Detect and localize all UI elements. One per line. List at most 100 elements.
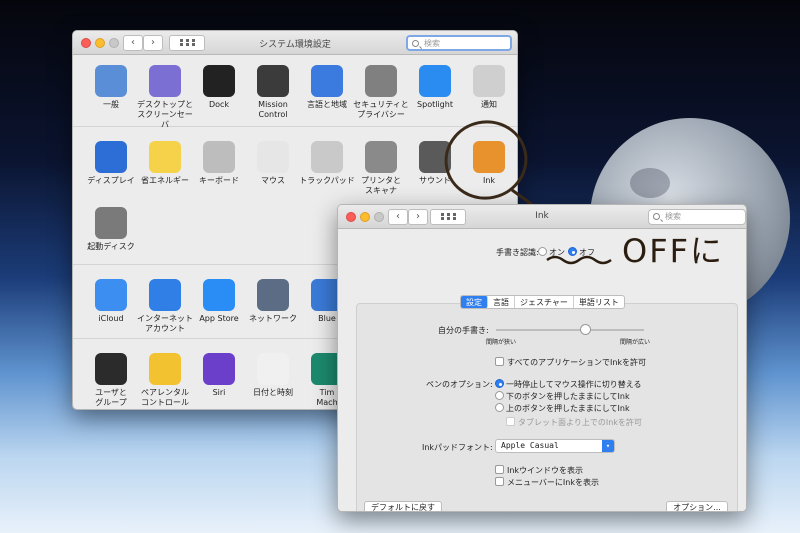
pen-options-label: ペンのオプション: [426, 380, 493, 389]
pref-item-flag[interactable]: 言語と地域 [297, 65, 357, 110]
pref-item-label: ペアレンタル コントロール [141, 388, 189, 407]
tab-gestures[interactable]: ジェスチャー [515, 296, 574, 308]
pref-item-mission-control[interactable]: Mission Control [243, 65, 303, 120]
pref-item-spotlight[interactable]: Spotlight [405, 65, 465, 110]
users-icon [95, 353, 127, 385]
chevron-down-icon: ▾ [602, 440, 614, 452]
cloud-icon [95, 279, 127, 311]
network-icon [257, 279, 289, 311]
spotlight-icon [419, 65, 451, 97]
pref-item-label: デスクトップと スクリーンセーバ [137, 100, 193, 129]
pref-item-cloud[interactable]: iCloud [81, 279, 141, 324]
pref-item-bulb[interactable]: 省エネルギー [135, 141, 195, 186]
siri-icon [203, 353, 235, 385]
search-placeholder: 検索 [665, 212, 681, 221]
mission-control-icon [257, 65, 289, 97]
pref-item-mouse[interactable]: マウス [243, 141, 303, 186]
handwriting-slider[interactable] [496, 324, 644, 335]
pref-item-siri[interactable]: Siri [189, 353, 249, 398]
show-ink-window-checkbox[interactable]: Inkウインドウを表示 [495, 465, 583, 476]
tab-bar: 設定 言語 ジェスチャー 単語リスト [460, 295, 625, 309]
pref-item-label: Siri [212, 388, 226, 397]
pref-item-keyboard[interactable]: キーボード [189, 141, 249, 186]
pref-item-label: 一般 [103, 100, 119, 109]
pref-item-label: App Store [199, 314, 239, 323]
display-icon [95, 141, 127, 173]
printer-icon [365, 141, 397, 173]
pref-item-label: Mission Control [258, 100, 288, 119]
annotation-underline [546, 255, 612, 265]
pref-item-label: 通知 [481, 100, 497, 109]
pref-item-label: ユーザと グループ [95, 388, 127, 407]
pref-item-display[interactable]: ディスプレイ [81, 141, 141, 186]
pen-option-upper-button[interactable]: 上のボタンを押したままにしてInk [495, 403, 630, 414]
pref-item-desktop[interactable]: デスクトップと スクリーンセーバ [135, 65, 195, 130]
pref-item-label: セキュリティと プライバシー [353, 100, 409, 119]
search-icon [412, 40, 419, 47]
pref-item-clock[interactable]: 日付と時刻 [243, 353, 303, 398]
pref-item-label: 言語と地域 [307, 100, 347, 109]
house-lock-icon [365, 65, 397, 97]
desktop-icon [149, 65, 181, 97]
pref-item-parental[interactable]: ペアレンタル コントロール [135, 353, 195, 408]
search-input[interactable]: 検索 [648, 209, 746, 225]
handwriting-recognition-label: 手書き認識: [496, 248, 539, 257]
pref-item-disk[interactable]: 起動ディスク [81, 207, 141, 252]
at-icon [149, 279, 181, 311]
pen-option-pause[interactable]: 一時停止してマウス操作に切り替える [495, 379, 642, 390]
options-button[interactable]: オプション... [666, 501, 728, 511]
pref-item-label: 起動ディスク [87, 242, 135, 251]
pref-item-app-store[interactable]: App Store [189, 279, 249, 324]
slider-max-label: 間隔が広い [620, 339, 651, 346]
general-icon [95, 65, 127, 97]
pref-item-label: iCloud [98, 314, 124, 323]
dock-icon [203, 65, 235, 97]
pref-item-label: 日付と時刻 [253, 388, 293, 397]
pref-item-at[interactable]: インターネット アカウント [135, 279, 195, 334]
parental-icon [149, 353, 181, 385]
pref-item-label: インターネット アカウント [137, 314, 193, 333]
pref-item-label: プリンタと スキャナ [361, 176, 401, 195]
pref-item-label: Dock [208, 100, 230, 109]
app-store-icon [203, 279, 235, 311]
pref-item-label: 省エネルギー [141, 176, 189, 185]
pref-item-general[interactable]: 一般 [81, 65, 141, 110]
pref-item-trackpad[interactable]: トラックパッド [297, 141, 357, 186]
pref-item-users[interactable]: ユーザと グループ [81, 353, 141, 408]
bulb-icon [149, 141, 181, 173]
tab-language[interactable]: 言語 [488, 296, 515, 308]
pen-option-lower-button[interactable]: 下のボタンを押したままにしてInk [495, 391, 630, 402]
flag-icon [311, 65, 343, 97]
pref-item-label: ネットワーク [249, 314, 297, 323]
restore-defaults-button[interactable]: デフォルトに戻す [364, 501, 442, 511]
pref-item-label: ディスプレイ [87, 176, 135, 185]
pref-item-label: マウス [261, 176, 285, 185]
clock-icon [257, 353, 289, 385]
pref-item-label: Spotlight [417, 100, 453, 109]
font-select[interactable]: Apple Casual ▾ [495, 439, 615, 453]
mouse-icon [257, 141, 289, 173]
tab-word-list[interactable]: 単語リスト [574, 296, 624, 308]
keyboard-icon [203, 141, 235, 173]
search-icon [653, 213, 660, 220]
pref-item-network[interactable]: ネットワーク [243, 279, 303, 324]
tablet-above-checkbox: タブレット面より上でのInkを許可 [506, 417, 642, 428]
annotation-text: OFFに [622, 232, 725, 270]
pref-item-label: トラックパッド [299, 176, 355, 185]
pref-item-dock[interactable]: Dock [189, 65, 249, 110]
notification-icon [473, 65, 505, 97]
slider-thumb[interactable] [579, 324, 591, 335]
pref-item-notification[interactable]: 通知 [459, 65, 517, 110]
show-in-menubar-checkbox[interactable]: メニューバーにInkを表示 [495, 477, 599, 488]
pref-item-house-lock[interactable]: セキュリティと プライバシー [351, 65, 411, 120]
trackpad-icon [311, 141, 343, 173]
tab-settings[interactable]: 設定 [461, 296, 488, 308]
search-placeholder: 検索 [424, 39, 440, 48]
pref-item-label: キーボード [199, 176, 239, 185]
disk-icon [95, 207, 127, 239]
search-input[interactable]: 検索 [406, 35, 512, 51]
my-handwriting-label: 自分の手書き: [438, 326, 489, 335]
allow-all-apps-checkbox[interactable]: すべてのアプリケーションでInkを許可 [495, 357, 646, 368]
pref-item-printer[interactable]: プリンタと スキャナ [351, 141, 411, 196]
ink-pad-font-label: Inkパッドフォント: [422, 443, 493, 452]
